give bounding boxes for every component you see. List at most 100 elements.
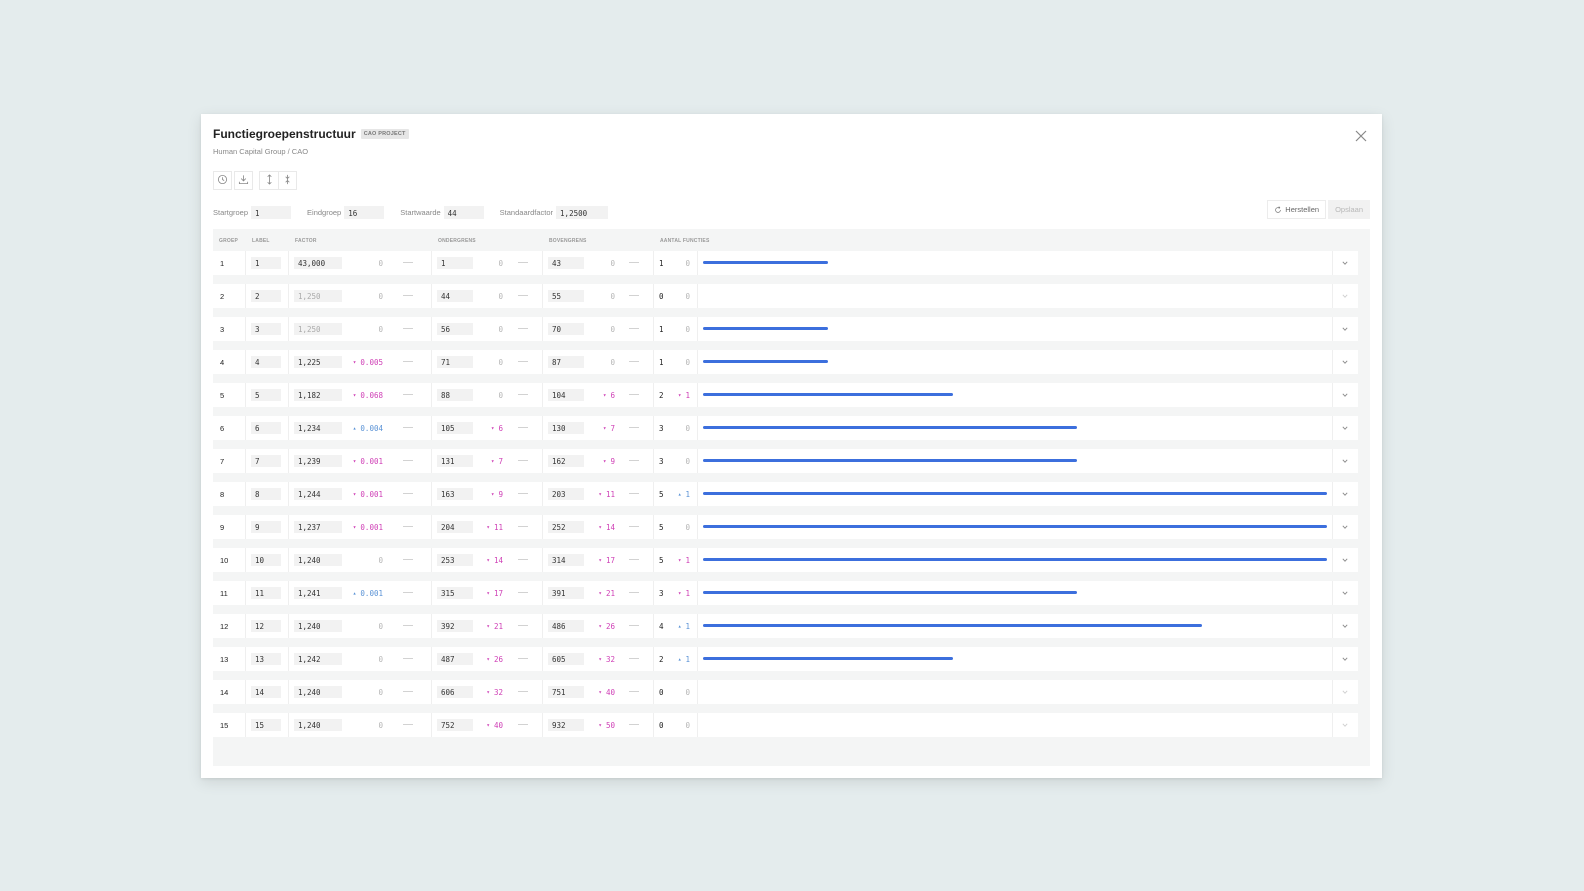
bovengrens-input[interactable]: 314	[548, 554, 584, 566]
reset-icon	[1274, 205, 1282, 214]
chevron-down-icon[interactable]	[1339, 653, 1351, 665]
startwaarde-input[interactable]: 44	[443, 206, 484, 219]
chevron-down-icon[interactable]	[1339, 290, 1351, 302]
column-separator	[542, 482, 543, 506]
bovengrens-input[interactable]: 252	[548, 521, 584, 533]
label-input[interactable]: 10	[251, 554, 281, 566]
factor-input[interactable]: 1,241	[294, 587, 342, 599]
label-input[interactable]: 3	[251, 323, 281, 335]
label-input[interactable]: 13	[251, 653, 281, 665]
bovengrens-input[interactable]: 104	[548, 389, 584, 401]
label-input[interactable]: 8	[251, 488, 281, 500]
chevron-down-icon[interactable]	[1339, 323, 1351, 335]
ondergrens-input[interactable]: 163	[437, 488, 473, 500]
label-input[interactable]: 14	[251, 686, 281, 698]
download-button[interactable]	[234, 171, 253, 190]
opslaan-button[interactable]: Opslaan	[1328, 200, 1370, 219]
ondergrens-dash	[518, 262, 528, 263]
ondergrens-input[interactable]: 1	[437, 257, 473, 269]
factor-delta: 0	[343, 284, 383, 308]
bovengrens-input[interactable]: 43	[548, 257, 584, 269]
factor-input[interactable]: 1,250	[294, 323, 342, 335]
factor-input[interactable]: 1,240	[294, 686, 342, 698]
factor-input[interactable]: 1,244	[294, 488, 342, 500]
ondergrens-input[interactable]: 71	[437, 356, 473, 368]
label-input[interactable]: 11	[251, 587, 281, 599]
bovengrens-input[interactable]: 55	[548, 290, 584, 302]
factor-input[interactable]: 1,240	[294, 620, 342, 632]
label-input[interactable]: 12	[251, 620, 281, 632]
bovengrens-cell: 391	[548, 581, 584, 605]
collapse-button[interactable]	[278, 171, 297, 190]
factor-input[interactable]: 1,182	[294, 389, 342, 401]
bovengrens-input[interactable]: 605	[548, 653, 584, 665]
bovengrens-delta-value: 50	[605, 720, 615, 730]
factor-input[interactable]: 43,000	[294, 257, 342, 269]
chevron-down-icon[interactable]	[1339, 587, 1351, 599]
factor-input[interactable]: 1,242	[294, 653, 342, 665]
ondergrens-input[interactable]: 487	[437, 653, 473, 665]
chevron-down-icon[interactable]	[1339, 389, 1351, 401]
chevron-down-icon[interactable]	[1339, 554, 1351, 566]
ondergrens-input[interactable]: 131	[437, 455, 473, 467]
chevron-down-icon[interactable]	[1339, 488, 1351, 500]
factor-input[interactable]: 1,239	[294, 455, 342, 467]
ondergrens-input[interactable]: 44	[437, 290, 473, 302]
bovengrens-input[interactable]: 70	[548, 323, 584, 335]
group-number: 12	[220, 621, 229, 631]
column-separator	[245, 581, 246, 605]
startgroep-param: Startgroep 1	[213, 206, 292, 219]
label-cell: 12	[251, 614, 281, 638]
bovengrens-input[interactable]: 391	[548, 587, 584, 599]
label-input[interactable]: 6	[251, 422, 281, 434]
factor-input[interactable]: 1,240	[294, 554, 342, 566]
chevron-down-icon[interactable]	[1339, 422, 1351, 434]
chevron-down-icon[interactable]	[1339, 521, 1351, 533]
factor-input[interactable]: 1,234	[294, 422, 342, 434]
caret-down-icon: ▾	[602, 424, 607, 432]
label-input[interactable]: 9	[251, 521, 281, 533]
startgroep-input[interactable]: 1	[251, 206, 292, 219]
factor-input[interactable]: 1,237	[294, 521, 342, 533]
ondergrens-input[interactable]: 253	[437, 554, 473, 566]
label-input[interactable]: 15	[251, 719, 281, 731]
chevron-down-icon[interactable]	[1339, 686, 1351, 698]
ondergrens-input[interactable]: 315	[437, 587, 473, 599]
column-separator	[245, 515, 246, 539]
label-input[interactable]: 7	[251, 455, 281, 467]
label-input[interactable]: 5	[251, 389, 281, 401]
label-input[interactable]: 2	[251, 290, 281, 302]
bovengrens-input[interactable]: 130	[548, 422, 584, 434]
factor-input[interactable]: 1,250	[294, 290, 342, 302]
herstellen-button[interactable]: Herstellen	[1267, 200, 1327, 219]
ondergrens-input[interactable]: 606	[437, 686, 473, 698]
label-cell: 9	[251, 515, 281, 539]
bovengrens-input[interactable]: 87	[548, 356, 584, 368]
bovengrens-input[interactable]: 932	[548, 719, 584, 731]
ondergrens-input[interactable]: 88	[437, 389, 473, 401]
bovengrens-input[interactable]: 162	[548, 455, 584, 467]
chevron-down-icon[interactable]	[1339, 257, 1351, 269]
ondergrens-input[interactable]: 392	[437, 620, 473, 632]
bovengrens-input[interactable]: 203	[548, 488, 584, 500]
bovengrens-input[interactable]: 486	[548, 620, 584, 632]
close-icon[interactable]	[1353, 128, 1369, 144]
label-input[interactable]: 1	[251, 257, 281, 269]
eindgroep-input[interactable]: 16	[344, 206, 385, 219]
chevron-down-icon[interactable]	[1339, 719, 1351, 731]
column-separator	[245, 680, 246, 704]
bovengrens-input[interactable]: 751	[548, 686, 584, 698]
factor-input[interactable]: 1,240	[294, 719, 342, 731]
chevron-down-icon[interactable]	[1339, 620, 1351, 632]
factor-input[interactable]: 1,225	[294, 356, 342, 368]
standaardfactor-input[interactable]: 1,2500	[556, 206, 609, 219]
ondergrens-input[interactable]: 56	[437, 323, 473, 335]
chevron-down-icon[interactable]	[1339, 356, 1351, 368]
ondergrens-input[interactable]: 752	[437, 719, 473, 731]
history-button[interactable]	[213, 171, 232, 190]
ondergrens-input[interactable]: 105	[437, 422, 473, 434]
chevron-down-icon[interactable]	[1339, 455, 1351, 467]
label-input[interactable]: 4	[251, 356, 281, 368]
expand-button[interactable]	[259, 171, 278, 190]
ondergrens-input[interactable]: 204	[437, 521, 473, 533]
